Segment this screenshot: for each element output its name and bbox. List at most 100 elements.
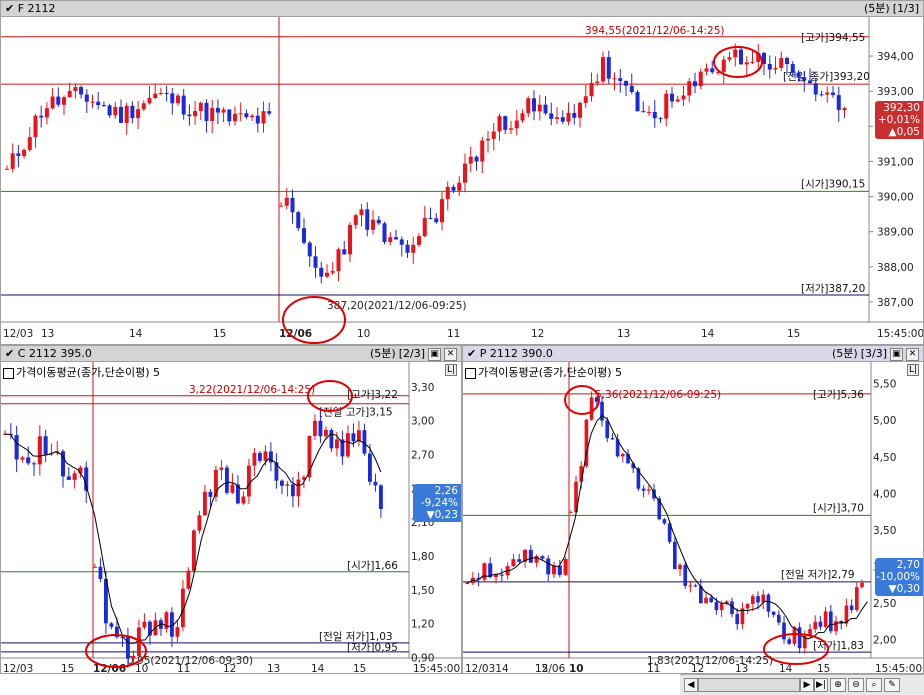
put-title: P 2112 390.0 <box>479 347 553 360</box>
search-icon[interactable]: ⌕ <box>866 678 882 692</box>
call-scale-toggle[interactable]: L| <box>445 364 458 376</box>
put-low-note: 1,83(2021/12/06-14:25) <box>647 655 773 667</box>
futures-candle-body <box>635 91 640 112</box>
close-icon[interactable]: ✕ <box>444 348 457 361</box>
futures-candle-body <box>825 92 830 95</box>
futures-candle-body <box>382 223 387 243</box>
futures-candle-body <box>67 90 72 98</box>
scroll-track[interactable] <box>698 678 800 692</box>
futures-candle-body <box>313 256 318 268</box>
call-title: C 2112 395.0 <box>17 347 92 360</box>
check-icon[interactable]: ✔ <box>5 2 14 15</box>
call-candle-body <box>362 430 367 454</box>
put-candle-body <box>563 559 568 575</box>
futures-candle-body <box>187 114 192 117</box>
put-candle-body <box>766 594 771 612</box>
futures-candle-body <box>330 271 335 273</box>
futures-candle-body <box>468 156 473 164</box>
futures-candle-body <box>727 57 732 60</box>
zoom-in-icon[interactable]: ⊕ <box>830 678 846 692</box>
futures-candle-body <box>595 81 600 83</box>
put-chart-pane[interactable]: ✔ P 2112 390.0 (5분) [3/3] ▣ ✕ 5,50 5,00 4,50 4… <box>462 345 924 674</box>
call-low-note: 0,95(2021/12/06-09:30) <box>127 655 253 667</box>
futures-candle-body <box>221 109 226 113</box>
put-badge-pct: -10,00% <box>876 571 920 583</box>
futures-xtick-label: 13 <box>41 328 54 340</box>
futures-xtick-label: 12/03 <box>3 328 33 340</box>
futures-chart-pane[interactable]: ✔ F 2112 (5분)[1/3] 394,00393,00392,00391… <box>0 0 924 345</box>
put-xtick-label: 12/0314 <box>465 663 509 674</box>
put-ma-label[interactable]: 가격이동평균(종가,단순이평) 5 <box>465 364 622 380</box>
zoom-out-icon[interactable]: ⊖ <box>848 678 864 692</box>
futures-candle-body <box>779 58 784 68</box>
futures-candle-body <box>790 64 795 73</box>
futures-candle-body <box>261 111 266 124</box>
put-candle-body <box>641 488 646 491</box>
call-candle-body <box>373 481 378 486</box>
scroll-right-button[interactable]: ▶ <box>800 678 814 692</box>
restore-icon[interactable]: ▣ <box>890 348 903 361</box>
call-ma-label[interactable]: 가격이동평균(종가,단순이평) 5 <box>3 364 160 380</box>
futures-candle-body <box>503 116 508 130</box>
futures-xtick-label: 13 <box>617 328 630 340</box>
futures-low-note: 387,20(2021/12/06-09:25) <box>327 300 467 312</box>
put-scale-toggle[interactable]: L| <box>907 364 920 376</box>
call-interval[interactable]: (5분) <box>370 347 396 360</box>
chart-scroll-toolbar: ◀ ▶ ▶| ⊕ ⊖ ⌕ ✎ <box>680 674 924 695</box>
call-price-badge: 2,26 -9,24% ▼0,23 <box>413 484 461 522</box>
put-high-note: 5,36(2021/12/06-09:25) <box>595 389 721 401</box>
call-candle-body <box>197 515 202 531</box>
futures-candle-body <box>796 72 801 78</box>
check-icon[interactable]: ✔ <box>5 347 14 360</box>
put-interval[interactable]: (5분) <box>832 347 858 360</box>
put-candle-body <box>517 559 522 562</box>
check-icon[interactable]: ✔ <box>467 347 476 360</box>
futures-ytick-label: 389,00 <box>877 227 914 239</box>
futures-candle-body <box>497 116 502 132</box>
call-candle-chart[interactable]: 3,303,002,702,402,101,801,501,200,9012/0… <box>1 362 462 674</box>
restore-icon[interactable]: ▣ <box>428 348 441 361</box>
futures-candle-body <box>583 96 588 103</box>
put-candle-body <box>849 605 854 611</box>
wrench-icon[interactable]: ✎ <box>884 678 900 692</box>
futures-candle-body <box>808 80 813 84</box>
close-icon[interactable]: ✕ <box>906 348 919 361</box>
futures-candle-body <box>733 49 738 58</box>
futures-candle-body <box>238 113 243 115</box>
futures-interval[interactable]: (5분) <box>864 2 890 15</box>
call-candle-body <box>258 453 262 461</box>
scroll-left-button[interactable]: ◀ <box>684 678 698 692</box>
call-xtick-label: 12/03 <box>3 663 33 674</box>
futures-candle-body <box>113 106 118 116</box>
call-prev-high-label: [전일 고가]3,15 <box>319 406 393 419</box>
futures-candle-body <box>164 92 169 94</box>
call-chart-pane[interactable]: ✔ C 2112 395.0 (5분) [2/3] ▣ ✕ 3,30 3,00 2,70 2… <box>0 345 462 674</box>
futures-candle-body <box>27 137 32 150</box>
futures-candle-body <box>290 197 295 213</box>
call-candle-body <box>72 473 77 480</box>
futures-candle-body <box>193 110 198 117</box>
futures-xtick-label: 11 <box>447 328 460 340</box>
put-candle-body <box>792 627 797 644</box>
futures-candle-body <box>119 106 123 123</box>
futures-ytick-label: 388,00 <box>877 262 914 274</box>
futures-ytick-label: 393,00 <box>877 86 914 98</box>
call-candle-body <box>203 491 207 516</box>
put-candle-chart[interactable]: 5,505,004,504,003,503,002,502,0012/03141… <box>463 362 924 674</box>
futures-candle-body <box>698 71 703 87</box>
call-candle-body <box>192 530 196 571</box>
futures-candle-body <box>802 77 807 81</box>
scroll-end-button[interactable]: ▶| <box>814 678 828 692</box>
futures-ytick-label: 391,00 <box>877 156 914 168</box>
put-high-label: [고가]5,36 <box>813 389 864 401</box>
futures-candle-body <box>204 102 209 121</box>
futures-candle-body <box>244 113 249 118</box>
futures-candle-body <box>124 105 129 123</box>
put-candle-body <box>771 611 776 615</box>
put-candle-body <box>662 519 667 524</box>
futures-candle-chart[interactable]: 394,00393,00392,00391,00390,00389,00388,… <box>1 17 924 345</box>
call-badge-chg: ▼0,23 <box>426 509 458 521</box>
futures-candle-body <box>572 112 577 118</box>
futures-candle-body <box>371 219 376 230</box>
futures-candle-body <box>560 117 565 122</box>
